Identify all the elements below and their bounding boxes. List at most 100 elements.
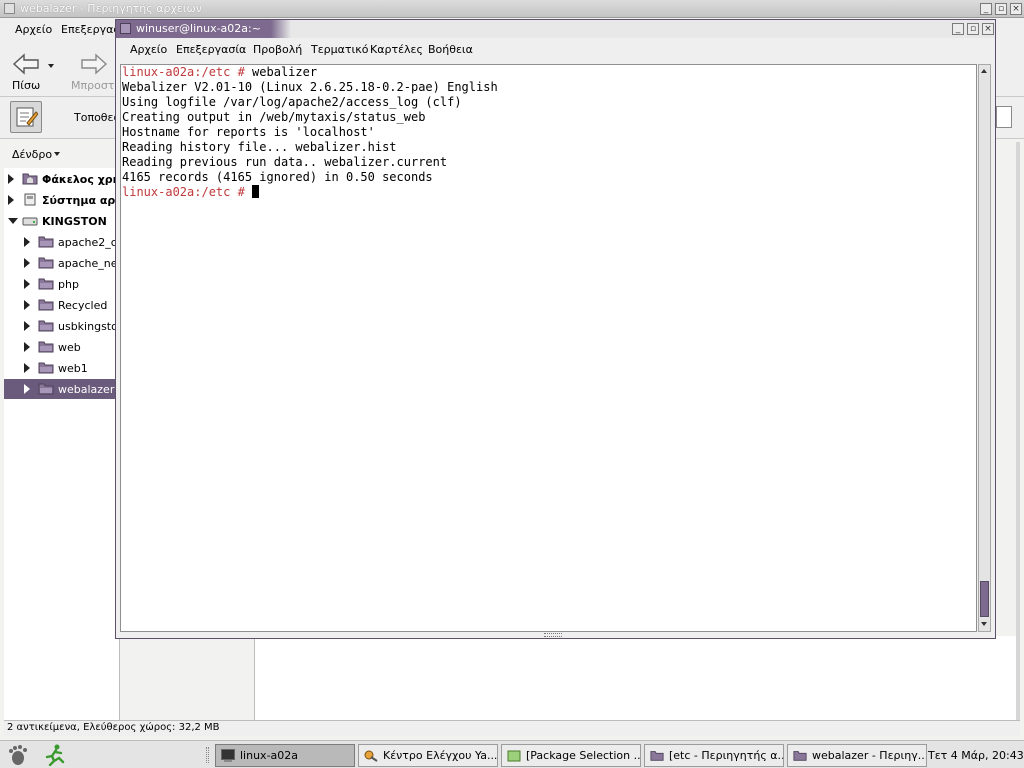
tree-item-label: Σύστημα αρχείων: [42, 194, 120, 207]
tree-item[interactable]: web: [4, 337, 120, 357]
filesystem-icon: [22, 193, 38, 206]
tree-item-label: web: [58, 341, 81, 354]
location-toggle-button[interactable]: [10, 101, 42, 133]
resize-grip[interactable]: [544, 633, 562, 637]
window-menu-icon[interactable]: [120, 23, 131, 34]
tree-item[interactable]: usbkingston: [4, 316, 120, 336]
scroll-up-icon[interactable]: [980, 66, 989, 76]
tree-item-label: usbkingston: [58, 320, 120, 333]
tree-item[interactable]: webalazer: [4, 379, 120, 399]
minimize-button[interactable]: _: [980, 3, 992, 15]
expander-closed-icon[interactable]: [8, 174, 14, 184]
back-label: Πίσω: [12, 79, 41, 92]
terminal-line: Reading previous run data.. webalizer.cu…: [122, 155, 976, 170]
terminal-scrollbar[interactable]: [978, 64, 991, 632]
side-pane-header-label: Δένδρο: [12, 148, 53, 161]
minimize-button[interactable]: _: [952, 23, 964, 35]
forward-button[interactable]: Μπροστά: [70, 45, 122, 93]
tree-item-label: Recycled: [58, 299, 108, 312]
terminal-line: Reading history file... webalizer.hist: [122, 140, 976, 155]
tree-item[interactable]: apache_new: [4, 253, 120, 273]
menu-file[interactable]: Αρχείο: [15, 23, 52, 36]
taskbar-button-label: Κέντρο Ελέγχου Ya...: [383, 749, 498, 762]
location-input[interactable]: [996, 106, 1012, 128]
folder-icon: [38, 277, 54, 290]
terminal-line: Webalizer V2.01-10 (Linux 2.6.25.18-0.2-…: [122, 80, 976, 95]
taskbar-button[interactable]: Κέντρο Ελέγχου Ya...: [358, 744, 498, 767]
tree-item[interactable]: Φάκελος χρήστη: [4, 169, 120, 189]
window-menu-icon[interactable]: [4, 3, 15, 14]
expander-closed-icon[interactable]: [24, 363, 30, 373]
scrollbar-thumb[interactable]: [980, 581, 989, 617]
menu-view[interactable]: Προβολή: [253, 43, 302, 56]
terminal-output: Webalizer V2.01-10 (Linux 2.6.25.18-0.2-…: [122, 80, 498, 94]
folder-icon: [38, 361, 54, 374]
folder-icon: [793, 749, 807, 762]
control-center-icon: [364, 749, 378, 762]
folder-icon: [650, 749, 664, 762]
expander-closed-icon[interactable]: [24, 321, 30, 331]
menu-terminal[interactable]: Τερματικό: [311, 43, 368, 56]
tree-item-label: webalazer: [58, 383, 115, 396]
menu-file[interactable]: Αρχείο: [130, 43, 167, 56]
taskbar-button[interactable]: webalazer - Περιηγ...: [787, 744, 927, 767]
terminal-output: Hostname for reports is 'localhost': [122, 125, 375, 139]
taskbar-button[interactable]: [etc - Περιηγητής α...: [644, 744, 784, 767]
expander-closed-icon[interactable]: [24, 300, 30, 310]
terminal-output: Using logfile /var/log/apache2/access_lo…: [122, 95, 462, 109]
chevron-down-icon: [54, 152, 60, 156]
tree-item[interactable]: Σύστημα αρχείων: [4, 190, 120, 210]
back-arrow-icon: [12, 53, 39, 75]
panel-handle[interactable]: [206, 747, 209, 763]
expander-closed-icon[interactable]: [24, 279, 30, 289]
taskbar-button[interactable]: [Package Selection ...: [501, 744, 641, 767]
folder-icon: [38, 298, 54, 311]
terminal-line: Hostname for reports is 'localhost': [122, 125, 976, 140]
expander-closed-icon[interactable]: [24, 258, 30, 268]
folder-icon: [38, 340, 54, 353]
expander-closed-icon[interactable]: [24, 237, 30, 247]
terminal-screen[interactable]: linux-a02a:/etc # webalizer Webalizer V2.…: [120, 64, 977, 632]
tree-item[interactable]: php: [4, 274, 120, 294]
terminal-output: Reading history file... webalizer.hist: [122, 140, 397, 154]
menu-tabs[interactable]: Καρτέλες: [370, 43, 423, 56]
back-history-dropdown-icon[interactable]: [48, 64, 54, 68]
menu-help[interactable]: Βοήθεια: [428, 43, 473, 56]
file-manager-titlebar[interactable]: webalazer - Περιηγητής αρχείων _ ▫ ×: [0, 0, 1024, 18]
expander-closed-icon[interactable]: [24, 384, 30, 394]
folder-icon: [38, 319, 54, 332]
expander-open-icon[interactable]: [8, 218, 18, 224]
expander-closed-icon[interactable]: [8, 195, 14, 205]
taskbar-button-label: webalazer - Περιηγ...: [812, 749, 927, 762]
taskbar-button[interactable]: linux-a02a: [215, 744, 355, 767]
terminal-output: Creating output in /web/mytaxis/status_w…: [122, 110, 426, 124]
side-pane-selector[interactable]: Δένδρο: [4, 142, 120, 166]
menu-edit[interactable]: Επεξεργασία: [176, 43, 246, 56]
back-button[interactable]: Πίσω: [8, 45, 52, 93]
tree-item[interactable]: apache2_conf: [4, 232, 120, 252]
shell-prompt: linux-a02a:/etc #: [122, 65, 253, 79]
maximize-button[interactable]: ▫: [967, 23, 979, 35]
text-cursor: [252, 185, 260, 198]
tree-item-label: php: [58, 278, 79, 291]
window-edge: [1016, 142, 1020, 720]
scroll-down-icon[interactable]: [980, 619, 989, 629]
maximize-button[interactable]: ▫: [995, 3, 1007, 15]
gnome-foot-icon: [9, 745, 27, 765]
close-button[interactable]: ×: [982, 23, 994, 35]
expander-closed-icon[interactable]: [24, 342, 30, 352]
clock[interactable]: Τετ 4 Μάρ, 20:43: [928, 749, 1024, 762]
home-folder-icon: [22, 172, 38, 185]
tree-item[interactable]: web1: [4, 358, 120, 378]
tree-item[interactable]: KINGSTON: [4, 211, 120, 231]
file-manager-title: webalazer - Περιηγητής αρχείων: [20, 2, 202, 15]
forward-arrow-icon: [81, 53, 108, 75]
main-menu-button[interactable]: [6, 744, 32, 766]
status-text: 2 αντικείμενα, Ελεύθερος χώρος: 32,2 MB: [7, 722, 220, 733]
file-list-pane[interactable]: [254, 636, 1018, 720]
close-button[interactable]: ×: [1010, 3, 1022, 15]
launcher-button[interactable]: [44, 744, 68, 766]
terminal-titlebar[interactable]: winuser@linux-a02a:~ _ ▫ ×: [116, 20, 995, 38]
taskbar-button-label: [Package Selection ...: [526, 749, 641, 762]
tree-item[interactable]: Recycled: [4, 295, 120, 315]
